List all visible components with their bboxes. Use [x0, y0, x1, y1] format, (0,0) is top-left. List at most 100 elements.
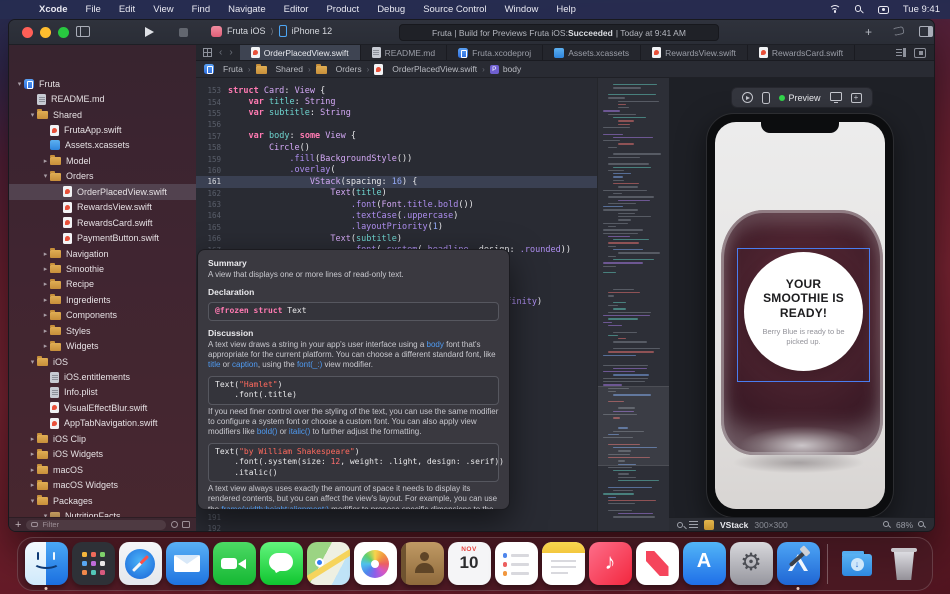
menu-file[interactable]: File — [86, 4, 101, 15]
wifi-icon[interactable] — [829, 5, 841, 14]
line-number[interactable]: 165 — [196, 223, 228, 232]
doc-link[interactable]: font(_:) — [297, 360, 322, 369]
disclosure-icon[interactable]: ▸ — [28, 481, 37, 489]
sidebar-item-fruta[interactable]: ▾Fruta — [9, 76, 196, 91]
dock-system-preferences[interactable]: ⚙ — [729, 539, 773, 589]
spotlight-search-icon[interactable] — [855, 5, 864, 14]
sidebar-item-ios[interactable]: ▾iOS — [9, 354, 196, 369]
recent-files-icon[interactable] — [171, 521, 178, 528]
dock-trash[interactable] — [882, 539, 926, 589]
sidebar-item-frutaapp-swift[interactable]: FrutaApp.swift — [9, 122, 196, 137]
sidebar-item-rewardsview-swift[interactable]: RewardsView.swift — [9, 200, 196, 215]
add-file-button[interactable]: + — [15, 520, 21, 530]
menu-debug[interactable]: Debug — [377, 4, 405, 15]
sidebar-item-assets-xcassets[interactable]: Assets.xcassets — [9, 138, 196, 153]
menu-find[interactable]: Find — [192, 4, 210, 15]
sidebar-item-orderplacedview-swift[interactable]: OrderPlacedView.swift — [9, 184, 196, 199]
sidebar-item-apptabnavigation-swift[interactable]: AppTabNavigation.swift — [9, 416, 196, 431]
code-line-161[interactable]: 161 VStack(spacing: 16) { — [196, 176, 597, 187]
line-number[interactable]: 161 — [196, 177, 228, 186]
sidebar-item-packages[interactable]: ▾Packages — [9, 493, 196, 508]
line-number[interactable]: 166 — [196, 234, 228, 243]
source-control-filter-icon[interactable] — [182, 521, 190, 528]
line-number[interactable]: 157 — [196, 132, 228, 141]
scheme-project[interactable]: Fruta iOS — [227, 26, 266, 36]
doc-link[interactable]: body — [427, 340, 444, 349]
sidebar-item-ios-clip[interactable]: ▸iOS Clip — [9, 431, 196, 446]
dock-contacts[interactable] — [400, 539, 444, 589]
line-number[interactable]: 155 — [196, 109, 228, 118]
sidebar-item-ios-widgets[interactable]: ▸iOS Widgets — [9, 447, 196, 462]
code-line-158[interactable]: 158 Circle() — [196, 142, 597, 153]
disclosure-icon[interactable]: ▸ — [41, 250, 50, 258]
close-button[interactable] — [22, 27, 33, 38]
sidebar-item-rewardscard-swift[interactable]: RewardsCard.swift — [9, 215, 196, 230]
dock-reminders[interactable] — [494, 539, 538, 589]
tab-rewardscard-swift[interactable]: RewardsCard.swift — [748, 45, 855, 60]
disclosure-icon[interactable]: ▸ — [41, 311, 50, 319]
ready-card[interactable]: YOUR SMOOTHIE IS READY! Berry Blue is re… — [744, 252, 863, 371]
menu-navigate[interactable]: Navigate — [228, 4, 266, 15]
sidebar-item-components[interactable]: ▸Components — [9, 308, 196, 323]
code-line-153[interactable]: 153struct Card: View { — [196, 85, 597, 96]
dock-maps[interactable] — [306, 539, 350, 589]
disclosure-icon[interactable]: ▸ — [41, 280, 50, 288]
disclosure-icon[interactable]: ▸ — [41, 342, 50, 350]
sidebar-item-navigation[interactable]: ▸Navigation — [9, 246, 196, 261]
line-number[interactable]: 164 — [196, 211, 228, 220]
scheme-selector[interactable]: Fruta iOS ⟩ iPhone 12 — [211, 25, 332, 37]
dock-facetime[interactable] — [212, 539, 256, 589]
zoom-in-icon[interactable] — [918, 521, 926, 529]
code-line-163[interactable]: 163 .font(Font.title.bold()) — [196, 199, 597, 210]
line-number[interactable]: 191 — [196, 512, 228, 523]
run-button[interactable] — [145, 27, 154, 37]
code-line-165[interactable]: 165 .layoutPriority(1) — [196, 222, 597, 233]
live-preview-icon[interactable] — [741, 92, 752, 103]
adjust-editor-icon[interactable] — [896, 48, 906, 57]
menu-view[interactable]: View — [153, 4, 173, 15]
zoom-button[interactable] — [58, 27, 69, 38]
minimap[interactable] — [597, 78, 669, 531]
tab-orderplacedview-swift[interactable]: OrderPlacedView.swift — [240, 45, 361, 60]
line-number[interactable]: 156 — [196, 120, 228, 129]
disclosure-icon[interactable]: ▾ — [28, 497, 37, 505]
breadcrumb-shared[interactable]: Shared — [256, 64, 303, 74]
tab-fruta-xcodeproj[interactable]: Fruta.xcodeproj — [447, 45, 543, 60]
code-line-160[interactable]: 160 .overlay( — [196, 165, 597, 176]
sidebar-item-visualeffectblur-swift[interactable]: VisualEffectBlur.swift — [9, 400, 196, 415]
line-number[interactable]: 160 — [196, 166, 228, 175]
preview-on-device-icon[interactable] — [830, 92, 842, 101]
related-items-icon[interactable] — [203, 48, 212, 57]
doc-link[interactable]: caption — [232, 360, 258, 369]
preview-device-icon[interactable] — [761, 92, 769, 104]
sidebar-item-shared[interactable]: ▾Shared — [9, 107, 196, 122]
dock-xcode[interactable] — [776, 539, 820, 589]
sidebar-item-smoothie[interactable]: ▸Smoothie — [9, 261, 196, 276]
code-line-162[interactable]: 162 Text(title) — [196, 188, 597, 199]
dock-launchpad[interactable] — [71, 539, 115, 589]
menu-window[interactable]: Window — [505, 4, 539, 15]
filter-input[interactable]: Filter — [26, 520, 166, 530]
menu-help[interactable]: Help — [556, 4, 576, 15]
minimize-button[interactable] — [40, 27, 51, 38]
stop-button[interactable] — [179, 28, 188, 37]
dock-photos[interactable] — [353, 539, 397, 589]
sidebar-item-info-plist[interactable]: Info.plist — [9, 385, 196, 400]
menu-clock[interactable]: Tue 9:41 — [903, 4, 940, 15]
doc-link[interactable]: title — [208, 360, 220, 369]
disclosure-icon[interactable]: ▸ — [41, 265, 50, 273]
code-line-159[interactable]: 159 .fill(BackgroundStyle()) — [196, 153, 597, 164]
line-number[interactable]: 158 — [196, 143, 228, 152]
disclosure-icon[interactable]: ▾ — [28, 111, 37, 119]
line-number[interactable]: 153 — [196, 86, 228, 95]
version-editor-icon[interactable] — [892, 26, 904, 36]
dock-downloads[interactable]: ↓ — [835, 539, 879, 589]
sidebar-item-ios-entitlements[interactable]: iOS.entitlements — [9, 369, 196, 384]
sidebar-item-paymentbutton-swift[interactable]: PaymentButton.swift — [9, 230, 196, 245]
source-editor[interactable]: 153struct Card: View {154 var title: Str… — [196, 78, 669, 531]
sidebar-item-macos-widgets[interactable]: ▸macOS Widgets — [9, 477, 196, 492]
doc-link[interactable]: frame(width:height:alignment:) — [221, 505, 329, 510]
dock-messages[interactable] — [259, 539, 303, 589]
sidebar-item-recipe[interactable]: ▸Recipe — [9, 277, 196, 292]
inspector-toggle-icon[interactable] — [919, 26, 933, 37]
